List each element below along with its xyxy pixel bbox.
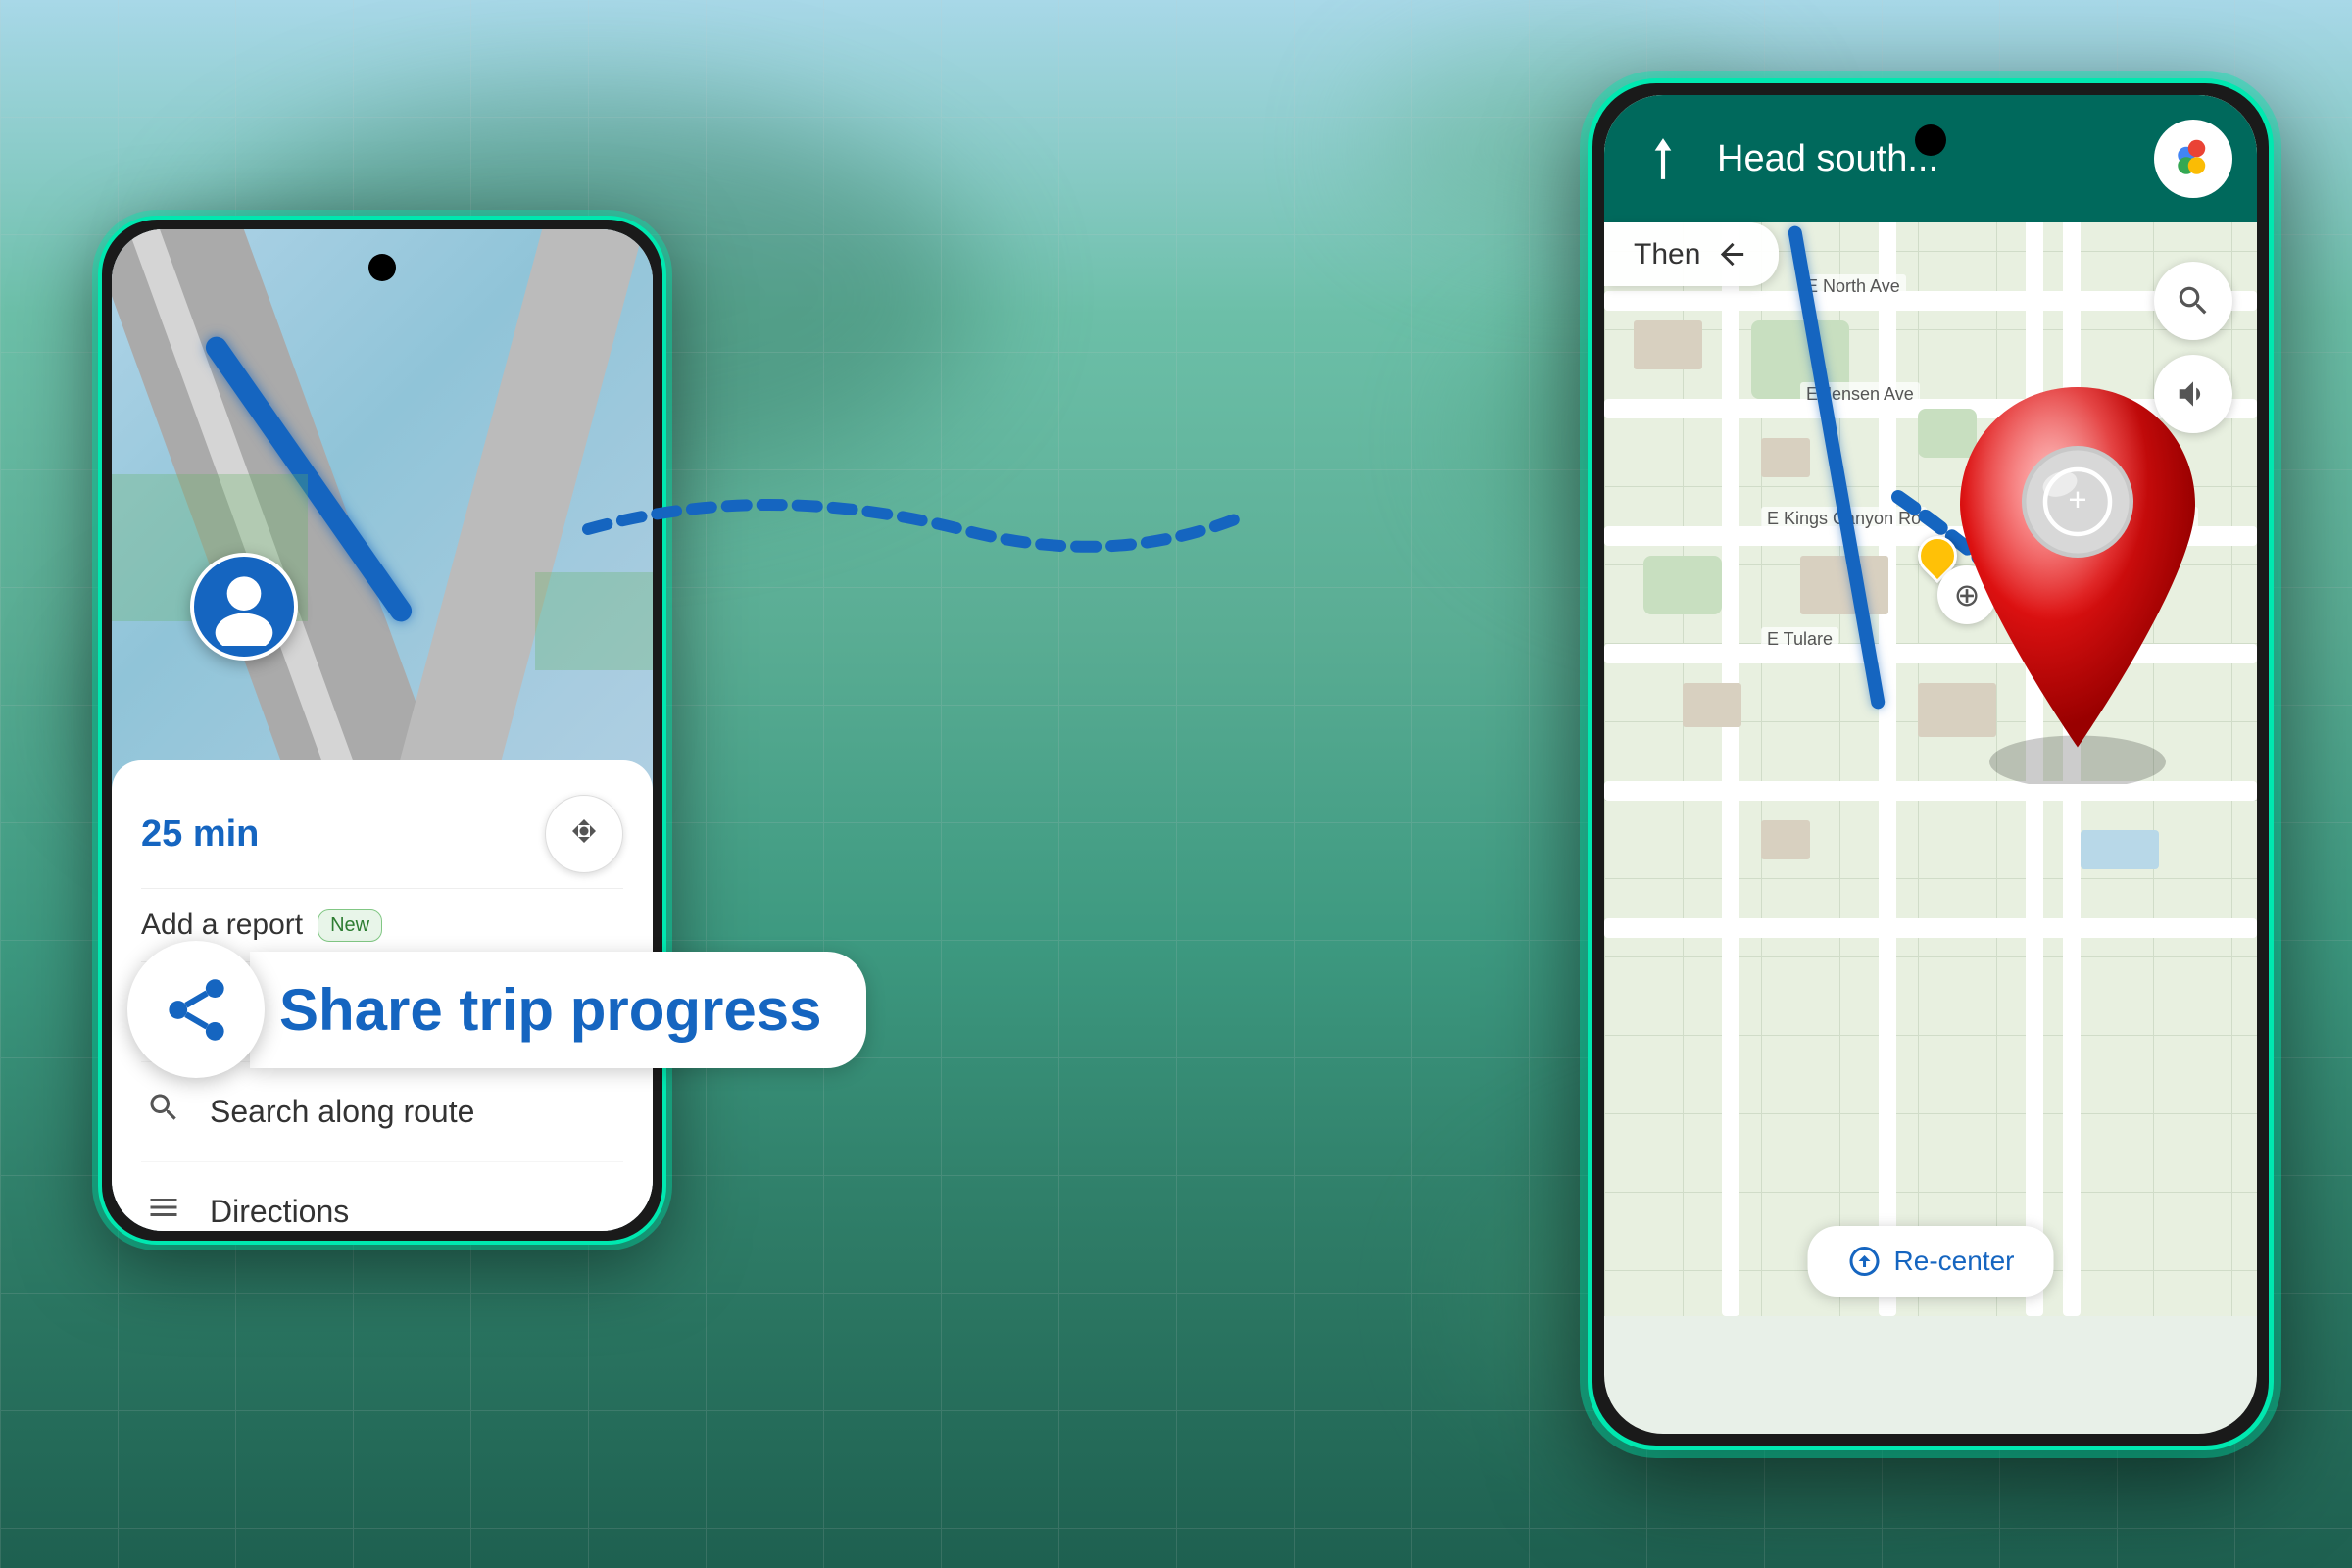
recenter-label: Re-center xyxy=(1894,1246,2015,1277)
search-route-label: Search along route xyxy=(210,1094,474,1130)
camera-hole-right xyxy=(1915,124,1946,156)
share-icon-circle xyxy=(127,941,265,1078)
dashed-connector xyxy=(568,470,1254,588)
user-avatar xyxy=(190,553,298,661)
share-text-bubble: Share trip progress xyxy=(250,952,866,1068)
mic-button[interactable] xyxy=(2154,120,2232,198)
road-h8 xyxy=(1604,918,2257,938)
share-callout: Share trip progress xyxy=(127,941,866,1078)
red-location-pin: + xyxy=(1931,372,2225,784)
red-pin-svg: + xyxy=(1931,372,2225,784)
search-route-icon xyxy=(141,1090,185,1134)
then-bar: Then xyxy=(1604,222,1779,286)
water-1 xyxy=(2081,830,2159,869)
eta-text: 25 min xyxy=(141,813,259,856)
road-label-north-ave: E North Ave xyxy=(1800,274,1906,299)
add-report-label: Add a report xyxy=(141,908,303,942)
building-1 xyxy=(1634,320,1702,369)
phone-left-screen: 25 min Add a report New + xyxy=(112,229,653,1231)
new-badge: New xyxy=(318,909,382,942)
building-6 xyxy=(1761,820,1810,859)
building-4 xyxy=(1683,683,1741,727)
then-label: Then xyxy=(1634,238,1700,271)
nav-arrow-icon xyxy=(1629,124,1697,193)
recenter-button-left[interactable] xyxy=(545,795,623,873)
eta-bar: 25 min xyxy=(141,780,623,889)
menu-item-directions[interactable]: Directions xyxy=(141,1162,623,1231)
share-callout-text: Share trip progress xyxy=(279,977,822,1043)
phone-left: 25 min Add a report New + xyxy=(98,216,666,1245)
svg-text:+: + xyxy=(2068,481,2086,517)
search-map-button[interactable] xyxy=(2154,262,2232,340)
camera-hole-left xyxy=(368,254,396,281)
building-2 xyxy=(1761,438,1810,477)
directions-label: Directions xyxy=(210,1194,349,1230)
directions-icon xyxy=(141,1190,185,1231)
recenter-button-right[interactable]: Re-center xyxy=(1808,1226,2054,1297)
nav-bar: Head south... xyxy=(1604,95,2257,222)
